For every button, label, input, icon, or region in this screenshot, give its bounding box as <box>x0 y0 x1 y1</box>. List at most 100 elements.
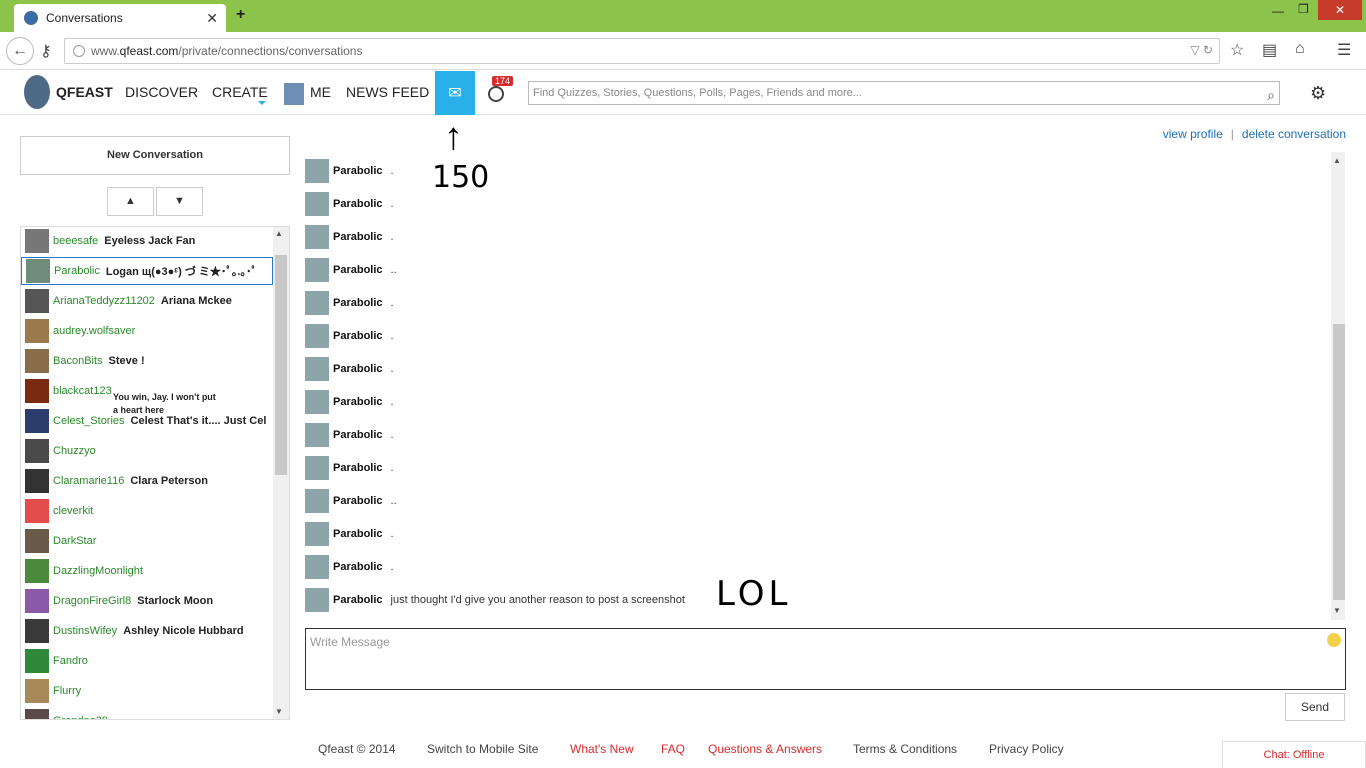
message-author[interactable]: Parabolic <box>333 462 383 474</box>
message-author[interactable]: Parabolic <box>333 231 383 243</box>
conversation-username[interactable]: Claramarie116 <box>53 475 124 487</box>
emoji-icon[interactable] <box>1327 633 1341 647</box>
scrollbar-thumb[interactable] <box>275 255 287 475</box>
avatar[interactable] <box>305 159 329 183</box>
message-author[interactable]: Parabolic <box>333 165 383 177</box>
conversation-username[interactable]: Flurry <box>53 685 81 697</box>
list-item[interactable]: audrey.wolfsaver <box>21 317 273 345</box>
avatar[interactable] <box>305 423 329 447</box>
message-author[interactable]: Parabolic <box>333 429 383 441</box>
message-scroll-up-icon[interactable]: ▲ <box>1333 156 1341 165</box>
avatar[interactable] <box>305 588 329 612</box>
nav-create[interactable]: CREATE <box>212 84 268 100</box>
delete-conversation-link[interactable]: delete conversation <box>1242 127 1346 141</box>
write-message-input[interactable]: Write Message <box>305 628 1346 690</box>
list-item[interactable]: Grandpa39 <box>21 707 273 719</box>
site-logo[interactable]: QFEAST <box>24 75 113 109</box>
message-author[interactable]: Parabolic <box>333 495 383 507</box>
view-profile-link[interactable]: view profile <box>1163 127 1223 141</box>
browser-tab[interactable]: Conversations ✕ <box>14 4 226 32</box>
list-item[interactable]: Chuzzyo <box>21 437 273 465</box>
nav-me[interactable]: ME <box>310 84 331 100</box>
conversation-username[interactable]: DazzlingMoonlight <box>53 565 143 577</box>
avatar[interactable] <box>305 456 329 480</box>
list-item[interactable]: DarkStar <box>21 527 273 555</box>
avatar[interactable] <box>305 357 329 381</box>
new-tab-icon[interactable]: + <box>236 6 245 24</box>
list-item[interactable]: DazzlingMoonlight <box>21 557 273 585</box>
message-scrollbar-thumb[interactable] <box>1333 324 1345 600</box>
avatar[interactable] <box>305 324 329 348</box>
scroll-up-arrow-icon[interactable]: ▲ <box>275 229 283 238</box>
nav-discover[interactable]: DISCOVER <box>125 84 198 100</box>
conversation-username[interactable]: BaconBits <box>53 355 103 367</box>
chat-status-button[interactable]: Chat: Offline <box>1222 741 1366 768</box>
avatar[interactable] <box>305 225 329 249</box>
conversation-username[interactable]: Parabolic <box>54 265 100 277</box>
avatar[interactable] <box>305 291 329 315</box>
list-item[interactable]: BaconBits Steve ! <box>21 347 273 375</box>
notifications-button[interactable]: 174 <box>484 76 514 106</box>
key-icon[interactable]: ⚷ <box>40 41 52 61</box>
window-minimize-icon[interactable]: — <box>1272 4 1284 18</box>
footer-terms-link[interactable]: Terms & Conditions <box>853 742 957 756</box>
scroll-up-button[interactable]: ▲ <box>107 187 154 216</box>
scroll-down-button[interactable]: ▼ <box>156 187 203 216</box>
avatar[interactable] <box>305 192 329 216</box>
home-icon[interactable]: ⌂ <box>1295 40 1305 58</box>
send-button[interactable]: Send <box>1285 693 1345 721</box>
reload-icon[interactable]: ▽ ↻ <box>1190 43 1213 57</box>
message-author[interactable]: Parabolic <box>333 396 383 408</box>
conversation-username[interactable]: cleverkit <box>53 505 93 517</box>
list-item[interactable]: DustinsWifey Ashley Nicole Hubbard <box>21 617 273 645</box>
message-scrollbar[interactable]: ▲ ▼ <box>1331 152 1345 620</box>
conversation-username[interactable]: DragonFireGirl8 <box>53 595 131 607</box>
list-item[interactable]: Claramarie116 Clara Peterson <box>21 467 273 495</box>
footer-whats-new-link[interactable]: What's New <box>570 742 634 756</box>
conversation-username[interactable]: blackcat123 <box>53 385 112 397</box>
message-author[interactable]: Parabolic <box>333 264 383 276</box>
scroll-down-arrow-icon[interactable]: ▼ <box>275 707 283 716</box>
footer-mobile-link[interactable]: Switch to Mobile Site <box>427 742 538 756</box>
avatar[interactable] <box>305 390 329 414</box>
message-author[interactable]: Parabolic <box>333 297 383 309</box>
list-item[interactable]: Parabolic Logan щ(●3●ᵋ) づ ミ★･ﾟ｡.｡･ﾟ <box>21 257 273 285</box>
message-author[interactable]: Parabolic <box>333 561 383 573</box>
list-item[interactable]: DragonFireGirl8 Starlock Moon <box>21 587 273 615</box>
search-icon[interactable]: ⌕ <box>1267 84 1275 106</box>
message-scroll-down-icon[interactable]: ▼ <box>1333 606 1341 615</box>
messages-button[interactable]: ✉ <box>435 71 475 115</box>
list-item[interactable]: beeesafe Eyeless Jack Fan <box>21 227 273 255</box>
conversation-username[interactable]: Grandpa39 <box>53 715 108 719</box>
footer-privacy-link[interactable]: Privacy Policy <box>989 742 1064 756</box>
avatar[interactable] <box>305 258 329 282</box>
search-input[interactable]: Find Quizzes, Stories, Questions, Polls,… <box>528 81 1280 105</box>
address-bar[interactable]: www.qfeast.com/private/connections/conve… <box>64 38 1220 64</box>
list-item[interactable]: Fandro <box>21 647 273 675</box>
bookmark-star-icon[interactable]: ☆ <box>1230 40 1244 60</box>
new-conversation-button[interactable]: New Conversation <box>20 136 290 175</box>
conversation-username[interactable]: audrey.wolfsaver <box>53 325 135 337</box>
conversation-username[interactable]: Fandro <box>53 655 88 667</box>
conversation-username[interactable]: ArianaTeddyzz11202 <box>53 295 155 307</box>
avatar[interactable] <box>305 522 329 546</box>
message-author[interactable]: Parabolic <box>333 330 383 342</box>
footer-qa-link[interactable]: Questions & Answers <box>708 742 822 756</box>
message-author[interactable]: Parabolic <box>333 528 383 540</box>
list-item[interactable]: ArianaTeddyzz11202 Ariana Mckee <box>21 287 273 315</box>
avatar[interactable] <box>305 489 329 513</box>
avatar[interactable] <box>305 555 329 579</box>
message-author[interactable]: Parabolic <box>333 594 383 606</box>
conversation-username[interactable]: DarkStar <box>53 535 96 547</box>
message-author[interactable]: Parabolic <box>333 363 383 375</box>
menu-icon[interactable]: ☰ <box>1337 40 1351 60</box>
window-close-icon[interactable]: ✕ <box>1318 0 1362 20</box>
back-arrow-icon[interactable]: ← <box>6 37 34 65</box>
reading-list-icon[interactable]: ▤ <box>1262 40 1277 60</box>
conversation-username[interactable]: DustinsWifey <box>53 625 117 637</box>
footer-faq-link[interactable]: FAQ <box>661 742 685 756</box>
message-author[interactable]: Parabolic <box>333 198 383 210</box>
me-avatar[interactable] <box>284 83 304 105</box>
tab-close-icon[interactable]: ✕ <box>206 10 218 27</box>
nav-news-feed[interactable]: NEWS FEED <box>346 84 429 100</box>
